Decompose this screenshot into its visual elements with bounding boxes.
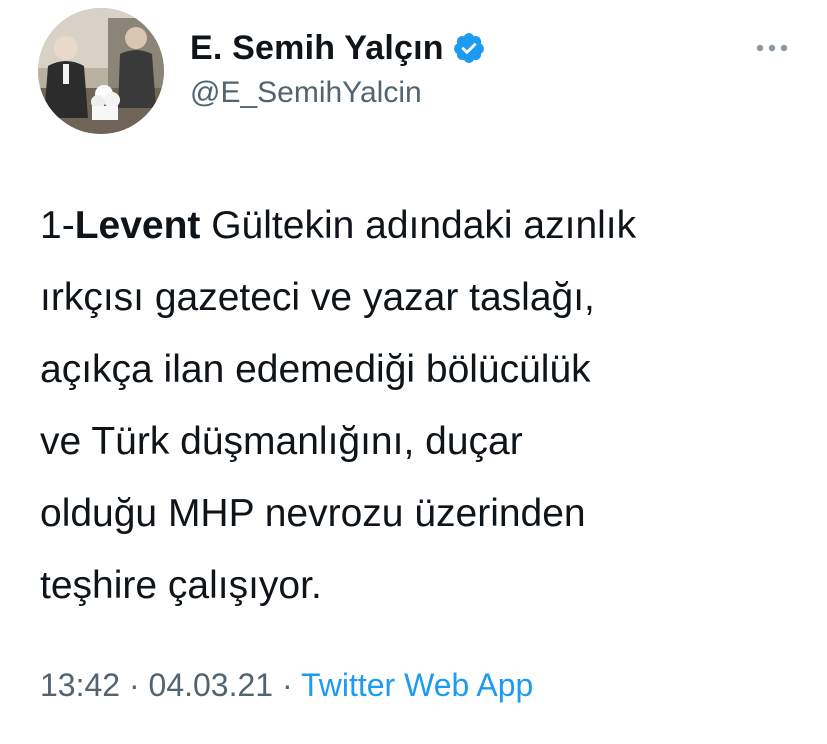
tweet-line: açıkça ilan edemediği bölücülük <box>40 348 591 391</box>
tweet-line: ırkçısı gazeteci ve yazar taslağı, <box>40 276 595 319</box>
tweet-time[interactable]: 13:42 <box>40 667 120 703</box>
author-name-row[interactable]: E. Semih Yalçın <box>190 26 486 70</box>
tweet-line: olduğu MHP nevrozu üzerinden <box>40 492 586 535</box>
meta-separator: · <box>273 667 301 703</box>
avatar[interactable] <box>38 8 164 134</box>
more-dots-icon[interactable] <box>752 40 792 56</box>
tweet-line1-rest: Gültekin adındaki azınlık <box>200 204 637 247</box>
tweet-date[interactable]: 04.03.21 <box>149 667 274 703</box>
profile-photo-icon <box>38 8 164 134</box>
tweet-line: ve Türk düşmanlığını, duçar <box>40 420 523 463</box>
tweet-line: 1-Levent Gültekin adındaki azınlık <box>40 190 800 262</box>
meta-separator: · <box>120 667 149 703</box>
display-name[interactable]: E. Semih Yalçın <box>190 29 444 68</box>
tweet-text: 1-Levent Gültekin adındaki azınlık ırkçı… <box>40 190 800 622</box>
tweet-bold-word: Levent <box>74 204 201 247</box>
verified-badge-icon <box>453 33 484 63</box>
tweet-prefix: 1- <box>40 204 75 247</box>
user-handle[interactable]: @E_SemihYalcin <box>190 76 422 110</box>
tweet-meta: 13:42 · 04.03.21 · Twitter Web App <box>40 667 533 704</box>
tweet-source-link[interactable]: Twitter Web App <box>301 667 533 703</box>
tweet-line: teşhire çalışıyor. <box>40 564 322 607</box>
